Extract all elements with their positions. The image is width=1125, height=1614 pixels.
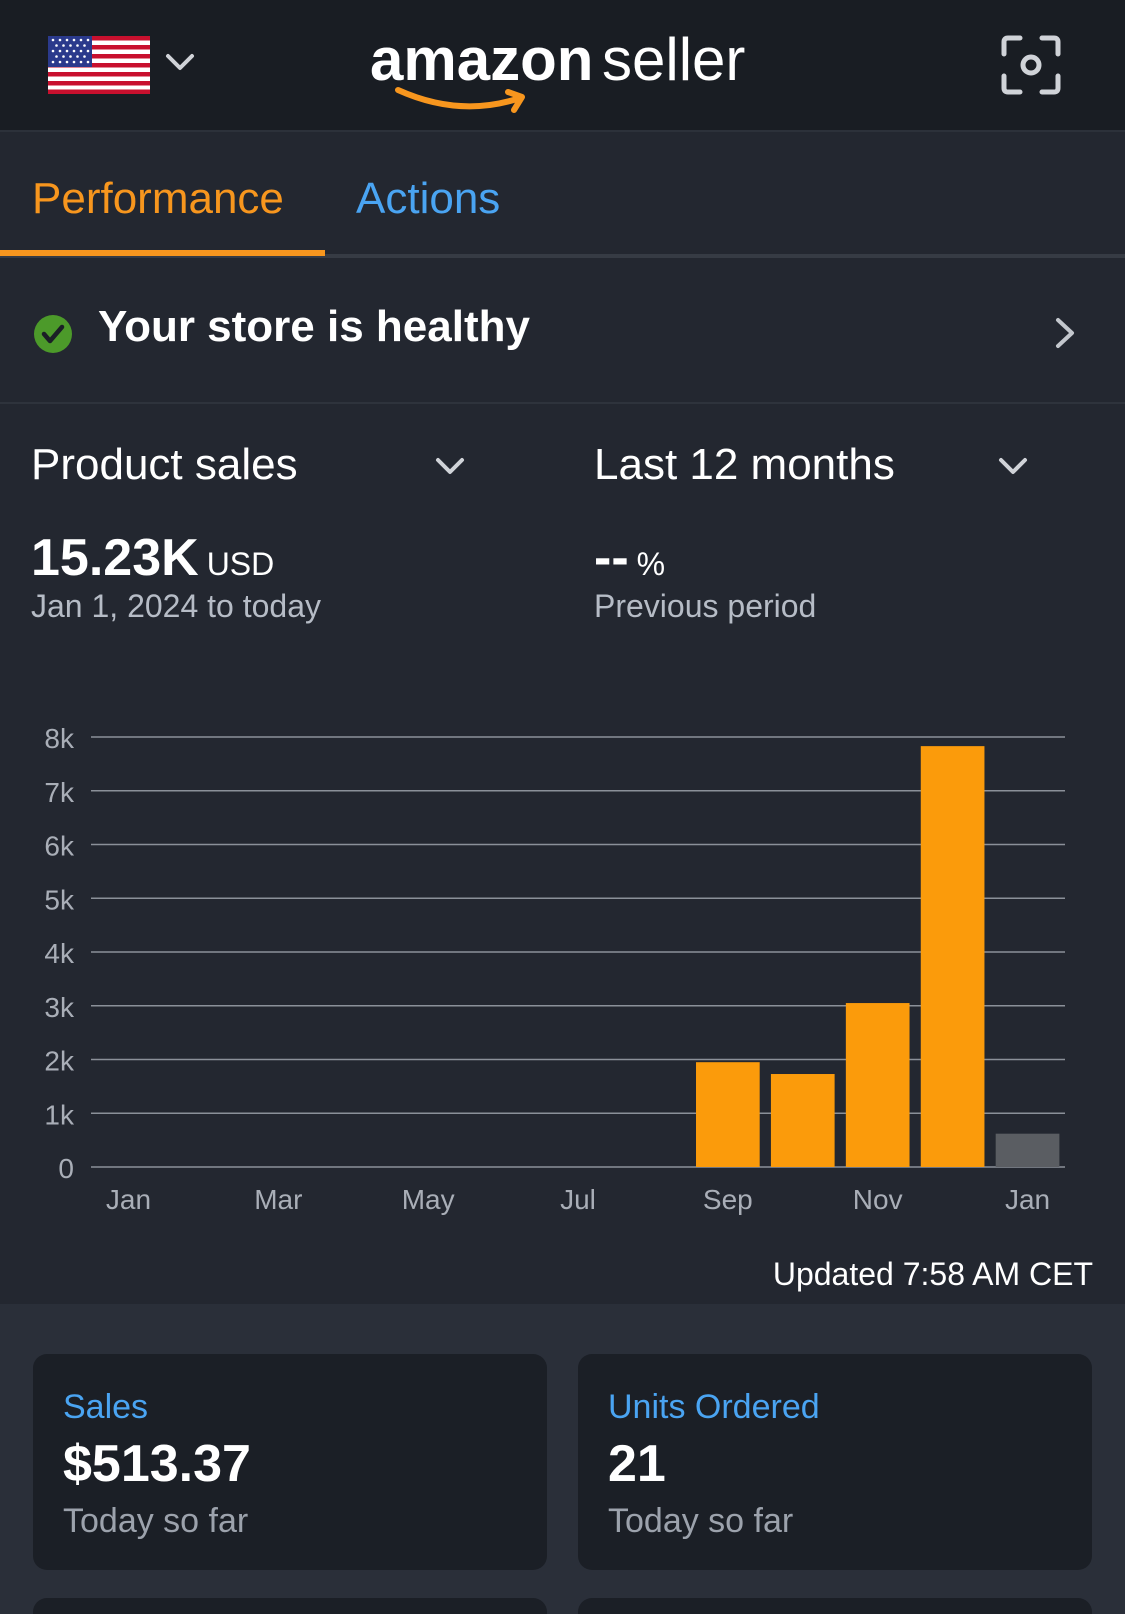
bar: [995, 1133, 1060, 1167]
sales-card-subtitle: Today so far: [63, 1502, 249, 1540]
chevron-right-icon: [1056, 318, 1074, 348]
tab-actions[interactable]: Actions: [356, 174, 500, 254]
active-tab-indicator: [0, 250, 325, 256]
product-sales-value: 15.23K: [31, 529, 199, 587]
units-card-title: Units Ordered: [608, 1388, 820, 1426]
change-value: --: [594, 529, 629, 587]
next-card[interactable]: [33, 1598, 547, 1614]
x-tick-label: Nov: [853, 1184, 903, 1215]
chevron-down-icon[interactable]: [997, 454, 1029, 478]
y-tick-label: 6k: [44, 831, 75, 862]
x-tick-label: Mar: [254, 1184, 302, 1215]
y-tick-label: 1k: [44, 1099, 75, 1130]
y-tick-label: 5k: [44, 884, 75, 915]
x-tick-label: Jul: [560, 1184, 596, 1215]
store-health-text: Your store is healthy: [98, 302, 530, 351]
currency-unit: USD: [206, 546, 275, 582]
camera-scan-icon[interactable]: [1000, 34, 1062, 96]
tab-bar: Performance Actions: [0, 134, 1125, 258]
change-unit: %: [636, 546, 666, 582]
bar: [845, 1003, 910, 1167]
y-tick-label: 0: [58, 1153, 74, 1184]
x-tick-label: Sep: [703, 1184, 753, 1215]
product-sales-total: 15.23K USD: [31, 528, 274, 588]
store-health-row[interactable]: Your store is healthy: [0, 258, 1125, 404]
svg-text:seller: seller: [602, 26, 745, 93]
period-dropdown[interactable]: Last 12 months: [594, 440, 895, 490]
sales-card-value: $513.37: [63, 1435, 251, 1493]
units-card-value: 21: [608, 1435, 666, 1493]
chevron-down-icon[interactable]: [164, 50, 196, 74]
metric-dropdown[interactable]: Product sales: [31, 440, 298, 490]
tab-performance[interactable]: Performance: [0, 174, 325, 254]
previous-period-label: Previous period: [594, 588, 817, 624]
sales-card[interactable]: Sales $513.37 Today so far: [33, 1354, 547, 1570]
summary-section: Sales $513.37 Today so far Units Ordered…: [0, 1304, 1125, 1614]
updated-timestamp: Updated 7:58 AM CET: [772, 1256, 1093, 1292]
x-tick-label: Jan: [106, 1184, 151, 1215]
product-sales-chart: 0 1k 2k 3k 4k 5k 6k 7k 8k Jan Mar May Jul Sep Nov Jan: [44, 723, 1065, 1215]
y-tick-label: 4k: [44, 938, 75, 969]
date-range-text: Jan 1, 2024 to today: [31, 588, 321, 624]
bar: [696, 1062, 760, 1167]
check-circle-icon: [34, 315, 72, 353]
y-tick-label: 8k: [44, 723, 75, 754]
x-tick-label: May: [402, 1184, 455, 1215]
svg-text:amazon: amazon: [370, 26, 593, 93]
chevron-down-icon[interactable]: [434, 454, 466, 478]
sales-card-title: Sales: [63, 1388, 149, 1426]
period-change: --%: [594, 528, 665, 588]
next-card[interactable]: [578, 1598, 1092, 1614]
us-flag-icon[interactable]: [48, 36, 150, 94]
y-tick-label: 7k: [44, 777, 75, 808]
top-bar: amazon seller: [0, 0, 1125, 132]
y-tick-label: 3k: [44, 992, 75, 1023]
x-tick-label: Jan: [1005, 1184, 1050, 1215]
amazon-seller-logo: amazon seller: [370, 26, 745, 113]
bar: [770, 1074, 835, 1167]
units-card-subtitle: Today so far: [608, 1502, 794, 1540]
units-ordered-card[interactable]: Units Ordered 21 Today so far: [578, 1354, 1092, 1570]
y-tick-label: 2k: [44, 1046, 75, 1077]
bar: [920, 746, 985, 1167]
